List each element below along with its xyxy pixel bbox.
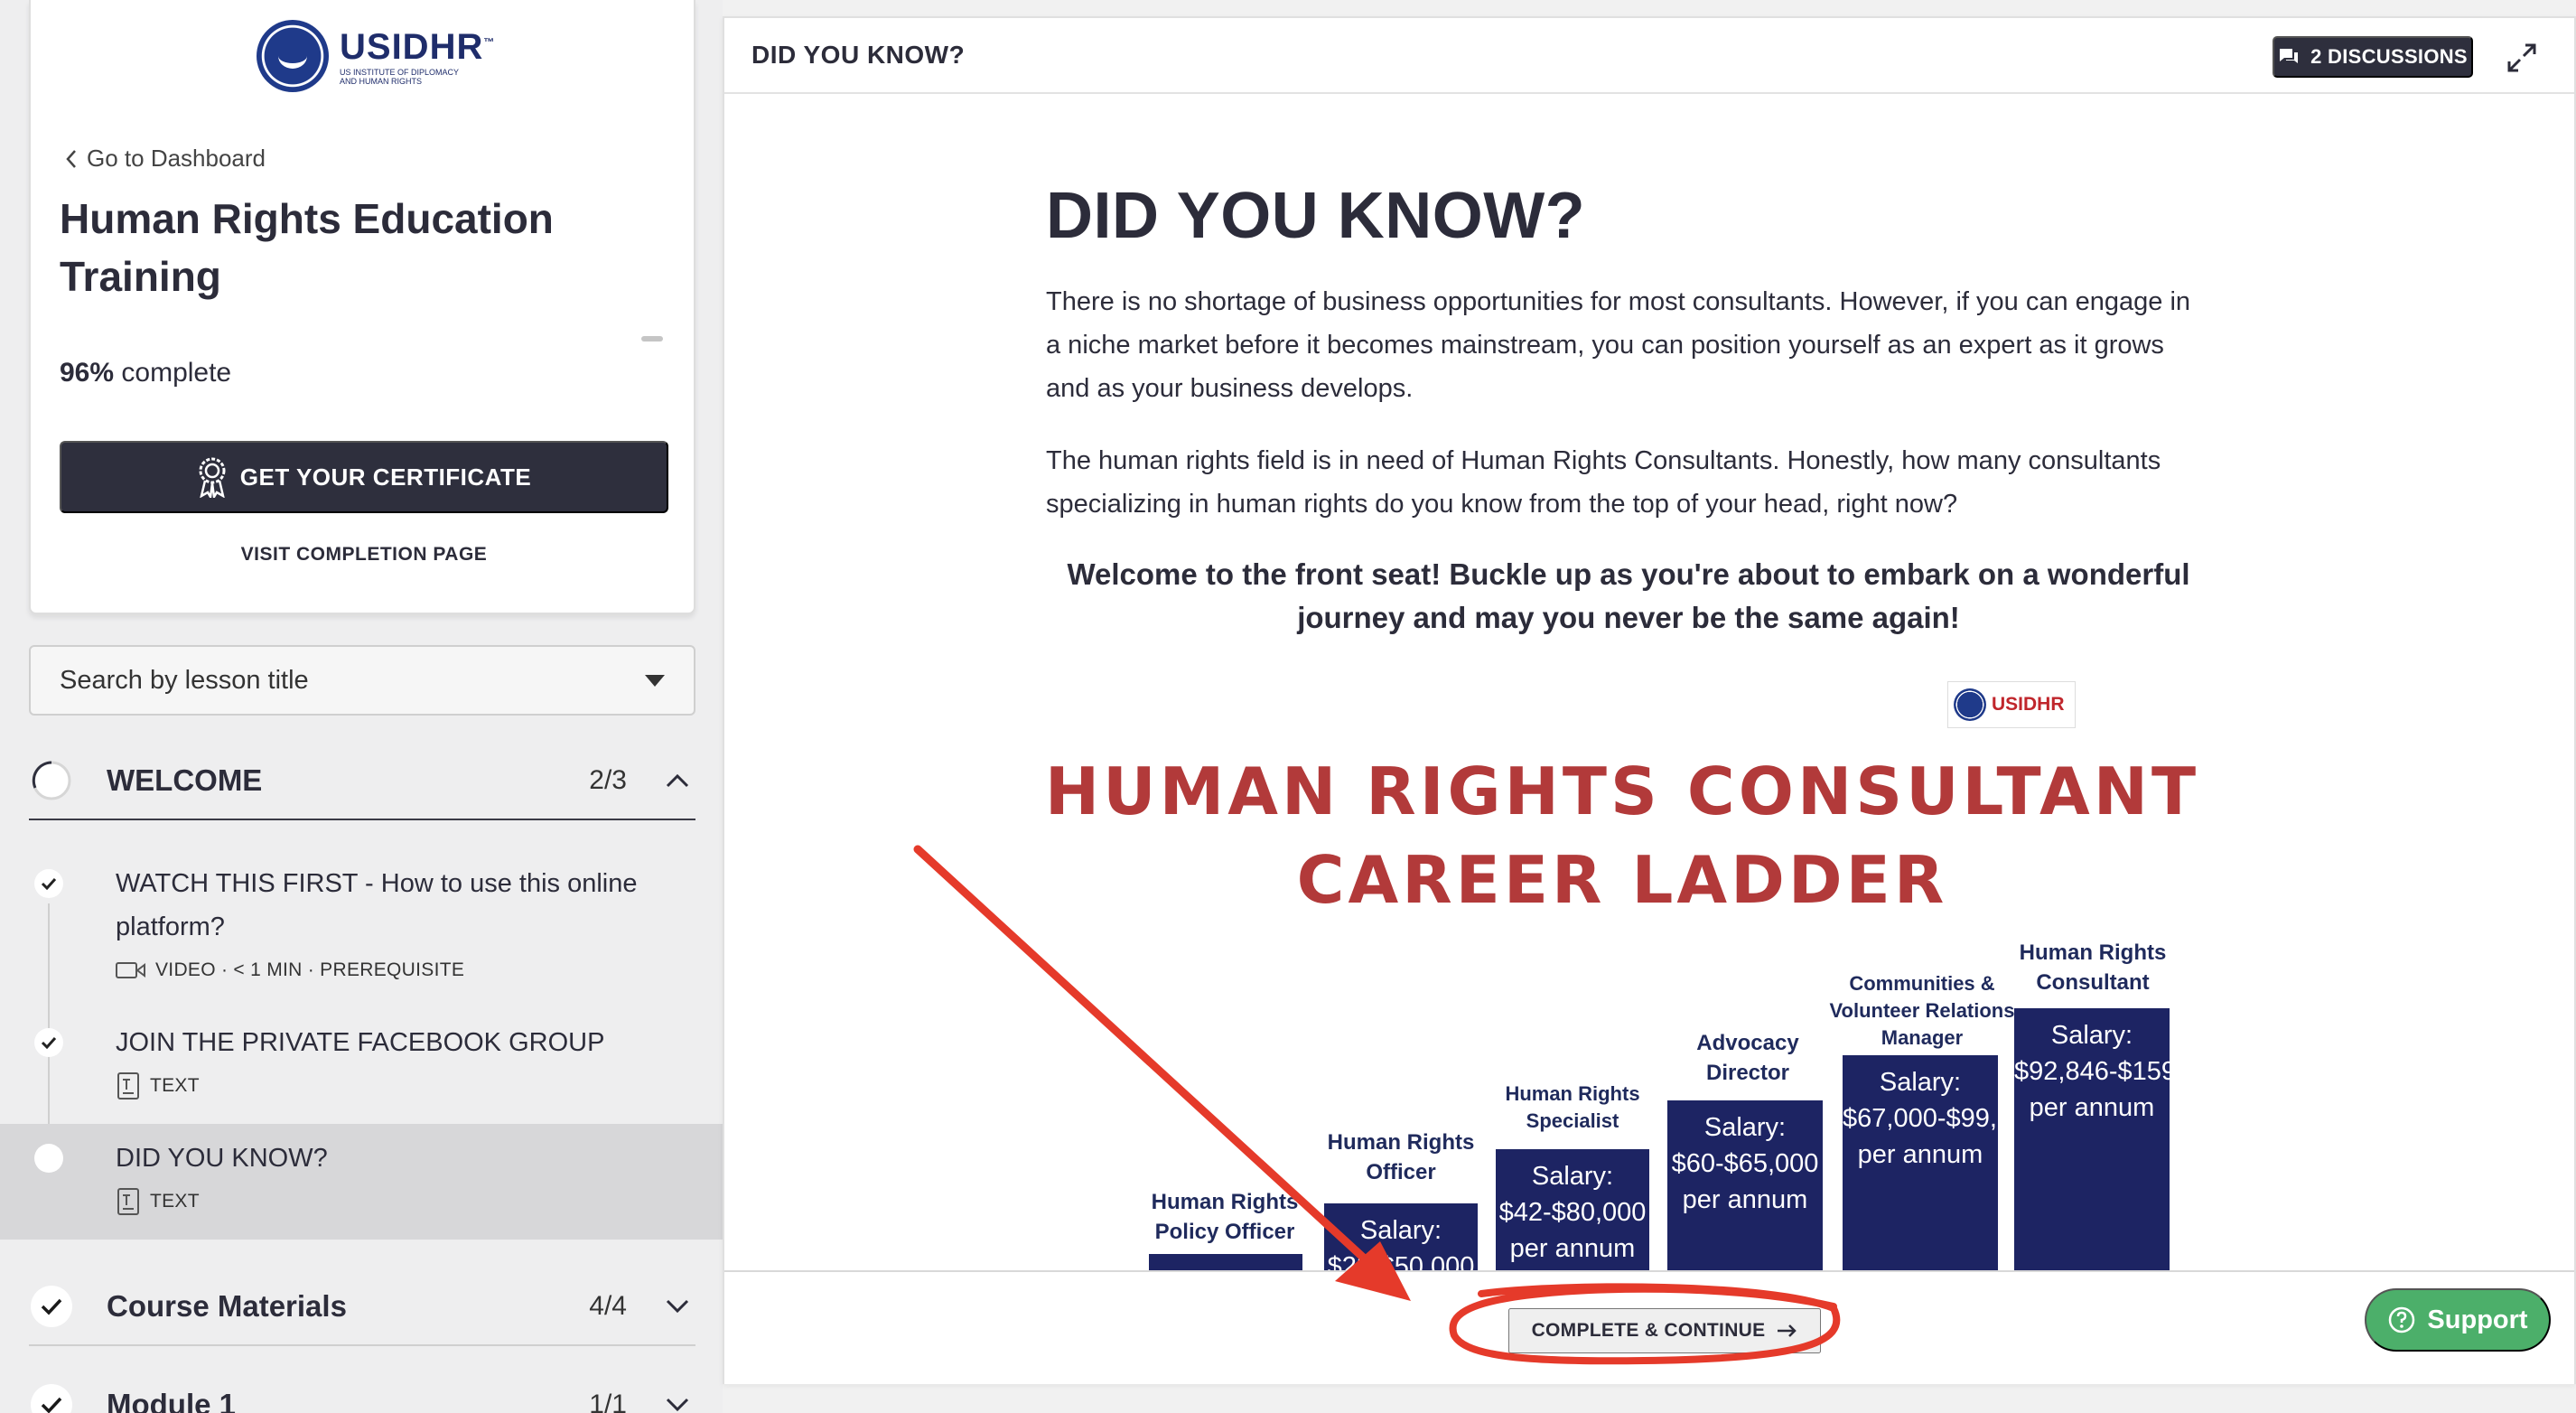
section-count: 4/4 [589,1291,627,1321]
logo-brand-text: USIDHR [340,26,484,67]
paragraph-1: There is no shortage of business opportu… [1046,287,2191,403]
video-icon [116,962,145,978]
lesson-meta-text: TEXT [150,1075,200,1096]
go-to-dashboard-label: Go to Dashboard [87,145,266,172]
lesson-panel: DID YOU KNOW? 2 DISCUSSIONS DID YOU KNOW… [723,16,2576,1384]
course-progress: 96% complete [60,358,231,388]
text-doc-icon [117,1188,139,1215]
course-title: Human Rights Education Training [60,195,554,300]
rung-salary: Salary: $42-$80,000 per annum [1496,1149,1649,1285]
section-count: 2/3 [589,765,627,795]
complete-and-continue-button[interactable]: COMPLETE & CONTINUE [1508,1308,1821,1353]
career-ladder-infographic: USIDHR HUMAN RIGHTS CONSULTANT CAREER LA… [1044,672,2300,1285]
current-lesson-dot-icon [34,1144,63,1173]
topbar-title: DID YOU KNOW? [751,41,966,69]
visit-completion-page-link[interactable]: VISIT COMPLETION PAGE [31,544,697,566]
lesson-content: DID YOU KNOW? There is no shortage of bu… [1044,94,2300,1285]
logo-subtitle: US INSTITUTE OF DIPLOMACY AND HUMAN RIGH… [340,67,459,86]
rung-role: Communities & Volunteer Relations Manage… [1829,972,2015,1049]
lesson-title: DID YOU KNOW? [116,1144,328,1173]
lesson-item-did-you-know[interactable]: DID YOU KNOW? TEXT [0,1124,723,1240]
chat-icon [2280,49,2299,63]
progress-suffix: complete [121,358,232,388]
caret-down-icon [645,674,665,687]
go-to-dashboard-link[interactable]: Go to Dashboard [65,145,266,173]
course-sidebar: USIDHR™ US INSTITUTE OF DIPLOMACY AND HU… [0,0,723,1413]
infographic-logo-text: USIDHR [1992,694,2065,715]
section-header-module-1[interactable]: Module 1 1/1 [29,1366,695,1413]
paragraph-2: The human rights field is in need of Hum… [1046,446,2161,519]
chevron-left-icon [66,149,76,168]
discussions-button[interactable]: 2 DISCUSSIONS [2273,36,2473,78]
section-header-course-materials[interactable]: Course Materials 4/4 [29,1268,695,1346]
usidhr-logo[interactable]: USIDHR™ US INSTITUTE OF DIPLOMACY AND HU… [257,20,495,92]
progress-ring-icon [31,760,72,801]
lesson-search-placeholder: Search by lesson title [60,665,309,695]
infographic-title-line-2: CAREER LADDER [1296,842,1948,918]
chevron-down-icon [659,1387,695,1413]
lesson-item-join-facebook-group[interactable]: JOIN THE PRIVATE FACEBOOK GROUP TEXT [0,1021,723,1111]
arrow-right-icon [1778,1324,1797,1337]
question-circle-icon [2389,1306,2415,1333]
rung-salary: Salary: $67,000-$99,500 per annum [1843,1055,1998,1285]
lesson-meta-text: VIDEO · < 1 MIN · PREREQUISITE [155,959,465,980]
lesson-meta-text: TEXT [150,1191,200,1212]
get-certificate-button[interactable]: GET YOUR CERTIFICATE [60,441,668,513]
rung-role: Human Rights Officer [1327,1130,1475,1184]
infographic-title-line-1: HUMAN RIGHTS CONSULTANT [1044,753,2200,829]
ribbon-award-icon [199,457,226,498]
check-icon [34,869,63,898]
check-icon [31,1384,72,1413]
lesson-item-watch-this-first[interactable]: WATCH THIS FIRST - How to use this onlin… [0,849,723,985]
support-label: Support [2427,1305,2528,1334]
lesson-footer: COMPLETE & CONTINUE Support [724,1270,2574,1384]
check-icon [31,1286,72,1327]
lesson-heading: DID YOU KNOW? [1046,180,1586,252]
bold-welcome-line: Welcome to the front seat! Buckle up as … [1067,557,2190,634]
usidhr-seal-icon [257,20,329,92]
lesson-meta: TEXT [116,1187,200,1216]
logo-brand: USIDHR™ [340,27,495,68]
rung-salary: Salary: $60-$65,000 per annum [1667,1100,1823,1285]
lesson-meta: TEXT [116,1071,200,1100]
rung-role: Advocacy Director [1696,1031,1799,1085]
chevron-down-icon [659,1288,695,1324]
logo-trademark: ™ [483,35,496,49]
rung-salary: Salary: $92,846-$159,514 per annum [2014,1008,2170,1285]
lesson-title: WATCH THIS FIRST - How to use this onlin… [116,869,638,941]
expand-icon[interactable] [2504,40,2540,76]
text-doc-icon [117,1072,139,1100]
lesson-topbar: DID YOU KNOW? 2 DISCUSSIONS [724,18,2574,94]
complete-and-continue-label: COMPLETE & CONTINUE [1531,1320,1766,1341]
check-icon [34,1028,63,1057]
section-header-welcome[interactable]: WELCOME 2/3 [29,743,695,820]
lesson-search-select[interactable]: Search by lesson title [29,645,695,716]
collapse-handle[interactable] [641,336,663,342]
lesson-title: JOIN THE PRIVATE FACEBOOK GROUP [116,1028,605,1057]
rung-role: Human Rights Specialist [1505,1082,1640,1132]
usidhr-seal-icon [1954,688,1986,721]
progress-percent: 96% [60,358,115,388]
support-button[interactable]: Support [2365,1288,2551,1352]
section-title: Course Materials [107,1289,347,1323]
rung-role: Human Rights Policy Officer [1151,1190,1299,1244]
lesson-meta: VIDEO · < 1 MIN · PREREQUISITE [116,959,464,981]
rung-role: Human Rights Consultant [2019,940,2167,995]
section-count: 1/1 [589,1390,627,1413]
logo-text: USIDHR™ US INSTITUTE OF DIPLOMACY AND HU… [340,27,495,86]
infographic-logo: USIDHR [1947,681,2076,728]
course-card: USIDHR™ US INSTITUTE OF DIPLOMACY AND HU… [29,0,695,614]
section-title: WELCOME [107,763,263,797]
chevron-up-icon [659,763,695,799]
section-title: Module 1 [107,1388,237,1413]
get-certificate-label: GET YOUR CERTIFICATE [239,463,532,491]
discussions-label: 2 DISCUSSIONS [2310,45,2468,68]
